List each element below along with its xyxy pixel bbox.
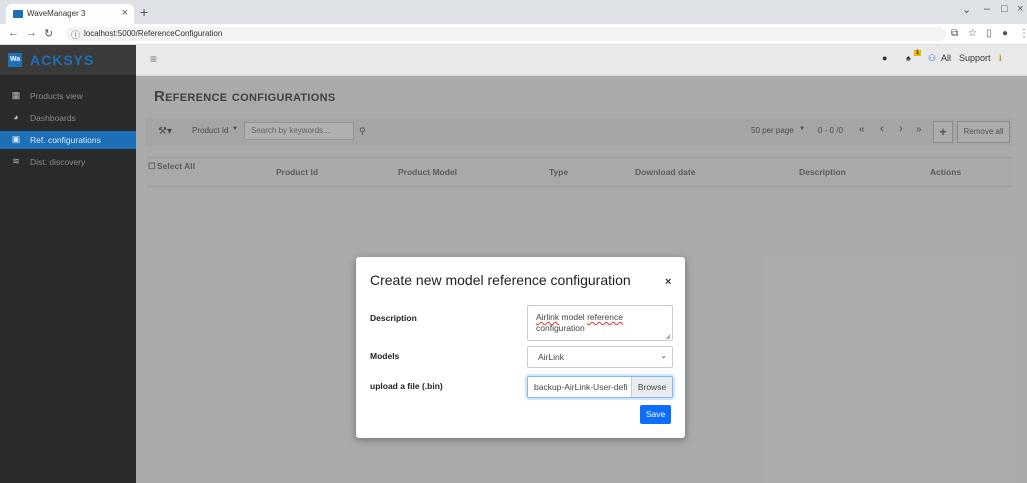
sidebar-item-label: Dist. discovery [30,157,86,167]
favicon-icon [13,10,23,18]
forward-icon[interactable]: → [26,27,37,39]
tab-title: WaveManager 3 [27,9,86,18]
top-header [136,45,1027,76]
sidebar-item-ref-configurations[interactable]: ▣ Ref. configurations [0,131,136,149]
status-icon[interactable]: ● [882,53,887,63]
resize-handle-icon[interactable]: ◢ [665,333,670,340]
site-info-icon[interactable]: ⓘ [71,28,80,41]
sidebar-item-label: Ref. configurations [30,135,101,145]
reload-icon[interactable]: ↻ [44,27,53,40]
models-label: Models [370,351,400,361]
clipboard-icon: ▣ [11,134,21,144]
description-field[interactable]: Airlink model reference configuration ◢ [527,305,673,341]
modal-title: Create new model reference configuration [370,272,631,288]
window-close-icon[interactable]: × [1017,3,1023,15]
sidebar-item-label: Dashboards [30,113,76,123]
description-word: reference [587,312,623,322]
description-word: model [561,312,585,322]
brand[interactable]: Wa ACKSYS [0,45,136,75]
browse-button[interactable]: Browse [631,377,672,397]
scope-label[interactable]: All [941,53,951,63]
url-text: localhost:5000/ReferenceConfiguration [84,29,223,38]
file-label: upload a file (.bin) [370,381,443,391]
description-label: Description [370,313,417,323]
browser-menu-icon[interactable]: ⋮ [1019,28,1027,39]
back-icon[interactable]: ← [8,27,19,39]
description-word: Airlink [536,312,560,322]
dashboard-icon: ◕ [13,112,19,122]
users-icon: ⚇ [928,53,937,63]
bookmark-icon[interactable]: ☆ [968,28,977,39]
tab-search-icon[interactable]: ⌄ [962,3,971,16]
description-word: configuration [536,323,585,333]
logo-icon: Wa [8,53,22,67]
browser-tab[interactable]: WaveManager 3 × [6,4,134,24]
close-icon[interactable]: × [665,276,671,288]
models-select[interactable]: AirLink ⌄ [527,346,673,368]
new-tab-button[interactable]: + [140,4,148,20]
file-upload-field[interactable]: backup-AirLink-User-defi Browse [527,376,673,398]
browser-tab-bar [0,0,1027,24]
notification-badge: 1 [914,50,922,56]
tab-close-icon[interactable]: × [122,7,128,19]
support-link[interactable]: Support [959,53,991,63]
url-field[interactable]: ⓘ localhost:5000/ReferenceConfiguration [66,27,946,41]
hamburger-icon[interactable]: ≡ [150,52,157,66]
minimize-icon[interactable]: – [984,3,990,15]
brand-name: ACKSYS [30,52,95,68]
sidebar-item-dist-discovery[interactable]: ≋ Dist. discovery [0,153,136,171]
models-selected-value: AirLink [538,352,564,362]
sidebar-item-products-view[interactable]: ▦ Products view [0,87,136,105]
file-name: backup-AirLink-User-defi [534,382,628,392]
share-icon[interactable]: ⧉ [951,28,958,39]
sidebar-item-dashboards[interactable]: ◕ Dashboards [0,109,136,127]
chevron-down-icon: ⌄ [660,351,667,360]
info-icon[interactable]: i [999,53,1002,63]
profile-icon[interactable]: ● [1002,28,1008,39]
grid-icon: ▦ [11,90,21,100]
save-button[interactable]: Save [640,405,671,424]
sidepanel-icon[interactable]: ▯ [986,28,992,39]
sidebar-item-label: Products view [30,91,83,101]
notification-icon[interactable]: ♠ [906,53,911,63]
wifi-icon: ≋ [12,156,20,166]
maximize-icon[interactable]: □ [1001,3,1008,15]
